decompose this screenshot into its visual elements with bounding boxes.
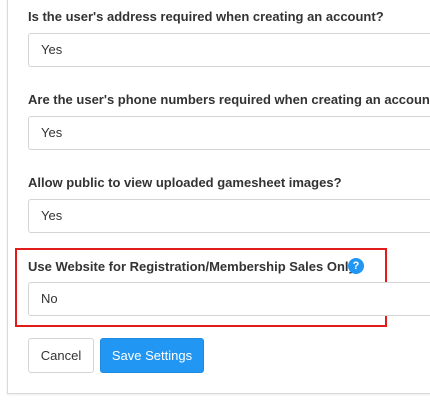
- registration-only-label: Use Website for Registration/Membership …: [28, 259, 364, 274]
- address-required-select[interactable]: Yes: [28, 33, 430, 67]
- phone-required-select[interactable]: Yes: [28, 116, 430, 150]
- cancel-button[interactable]: Cancel: [28, 338, 94, 373]
- gamesheet-images-select[interactable]: Yes: [28, 199, 430, 233]
- gamesheet-images-label: Allow public to view uploaded gamesheet …: [28, 175, 342, 190]
- registration-only-select[interactable]: No: [28, 282, 430, 316]
- question-circle-icon[interactable]: ?: [348, 258, 364, 274]
- address-required-label: Is the user's address required when crea…: [28, 9, 384, 24]
- phone-required-label: Are the user's phone numbers required wh…: [28, 92, 430, 107]
- save-settings-button[interactable]: Save Settings: [100, 338, 204, 373]
